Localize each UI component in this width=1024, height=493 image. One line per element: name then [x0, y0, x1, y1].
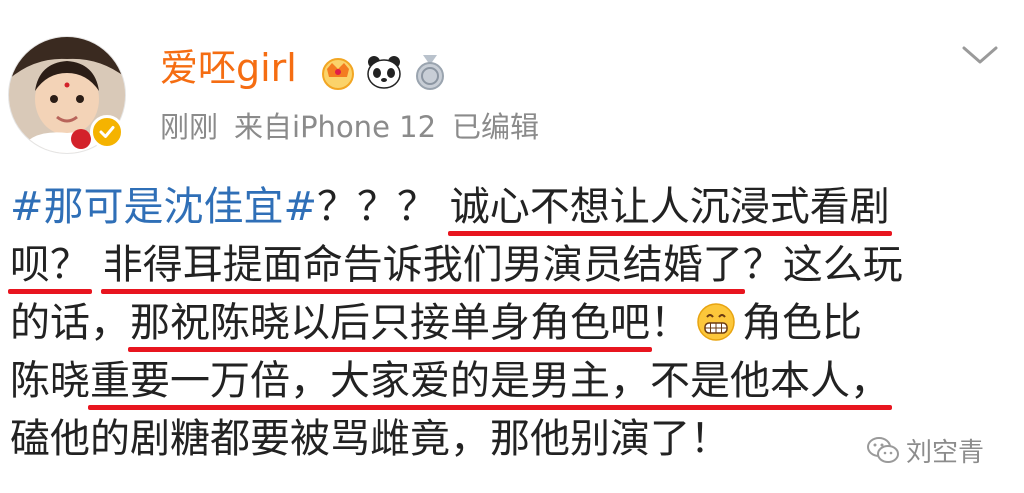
grin-emoji-icon [696, 300, 736, 341]
underlined-text: 重要一万倍，大家爱的是男主，不是他本人， [90, 358, 890, 404]
underlined-text: 那祝陈晓以后只接单身角色吧 [130, 300, 650, 346]
post-meta: 刚刚 来自iPhone 12 已编辑 [160, 105, 539, 149]
wechat-icon [867, 437, 899, 463]
chevron-down-icon[interactable] [960, 40, 1000, 70]
underlined-text: 非得耳提面命告诉我们男演员结婚了 [102, 242, 743, 288]
username[interactable]: 爱呸girl [160, 42, 297, 94]
panda-icon[interactable] [364, 52, 404, 92]
post-line: #那可是沈佳宜#？？？ 诚心不想让人沉浸式看剧 [10, 178, 1010, 236]
underlined-text: 呗？ [10, 242, 90, 288]
medal-icon[interactable] [410, 52, 450, 92]
post-text: ！ [650, 300, 690, 346]
post-time: 刚刚 [160, 110, 219, 144]
post-source[interactable]: 来自iPhone 12 [234, 105, 436, 149]
post-edited[interactable]: 已编辑 [452, 105, 539, 149]
verified-badge-icon [90, 115, 124, 149]
post-line: 磕他的剧糖都要被骂雌竟，那他别演了！ [10, 410, 1010, 468]
badges [318, 50, 450, 94]
post-text: 角色比 [742, 300, 862, 346]
post-body: #那可是沈佳宜#？？？ 诚心不想让人沉浸式看剧 呗？ 非得耳提面命告诉我们男演员… [10, 178, 1010, 468]
post-line: 的话，那祝陈晓以后只接单身角色吧！ 角色比 [10, 294, 1010, 352]
post-text: ？这么玩 [742, 242, 903, 288]
post-line: 呗？ 非得耳提面命告诉我们男演员结婚了？这么玩 [10, 236, 1010, 294]
watermark-text: 刘空青 [906, 437, 985, 468]
post-text [90, 242, 103, 288]
underlined-text: 诚心不想让人沉浸式看剧 [449, 184, 890, 230]
watermark: 刘空青 [866, 432, 984, 468]
post-text: 磕他的剧糖都要被骂雌竟，那他别演了！ [10, 416, 730, 462]
post-text: 的话， [10, 300, 130, 346]
post-text: 陈晓 [10, 358, 90, 404]
crown-badge-icon[interactable] [318, 52, 358, 92]
post-line: 陈晓重要一万倍，大家爱的是男主，不是他本人， [10, 352, 1010, 410]
post-text: ？？？ [317, 184, 450, 230]
hashtag-link[interactable]: #那可是沈佳宜# [10, 184, 317, 230]
